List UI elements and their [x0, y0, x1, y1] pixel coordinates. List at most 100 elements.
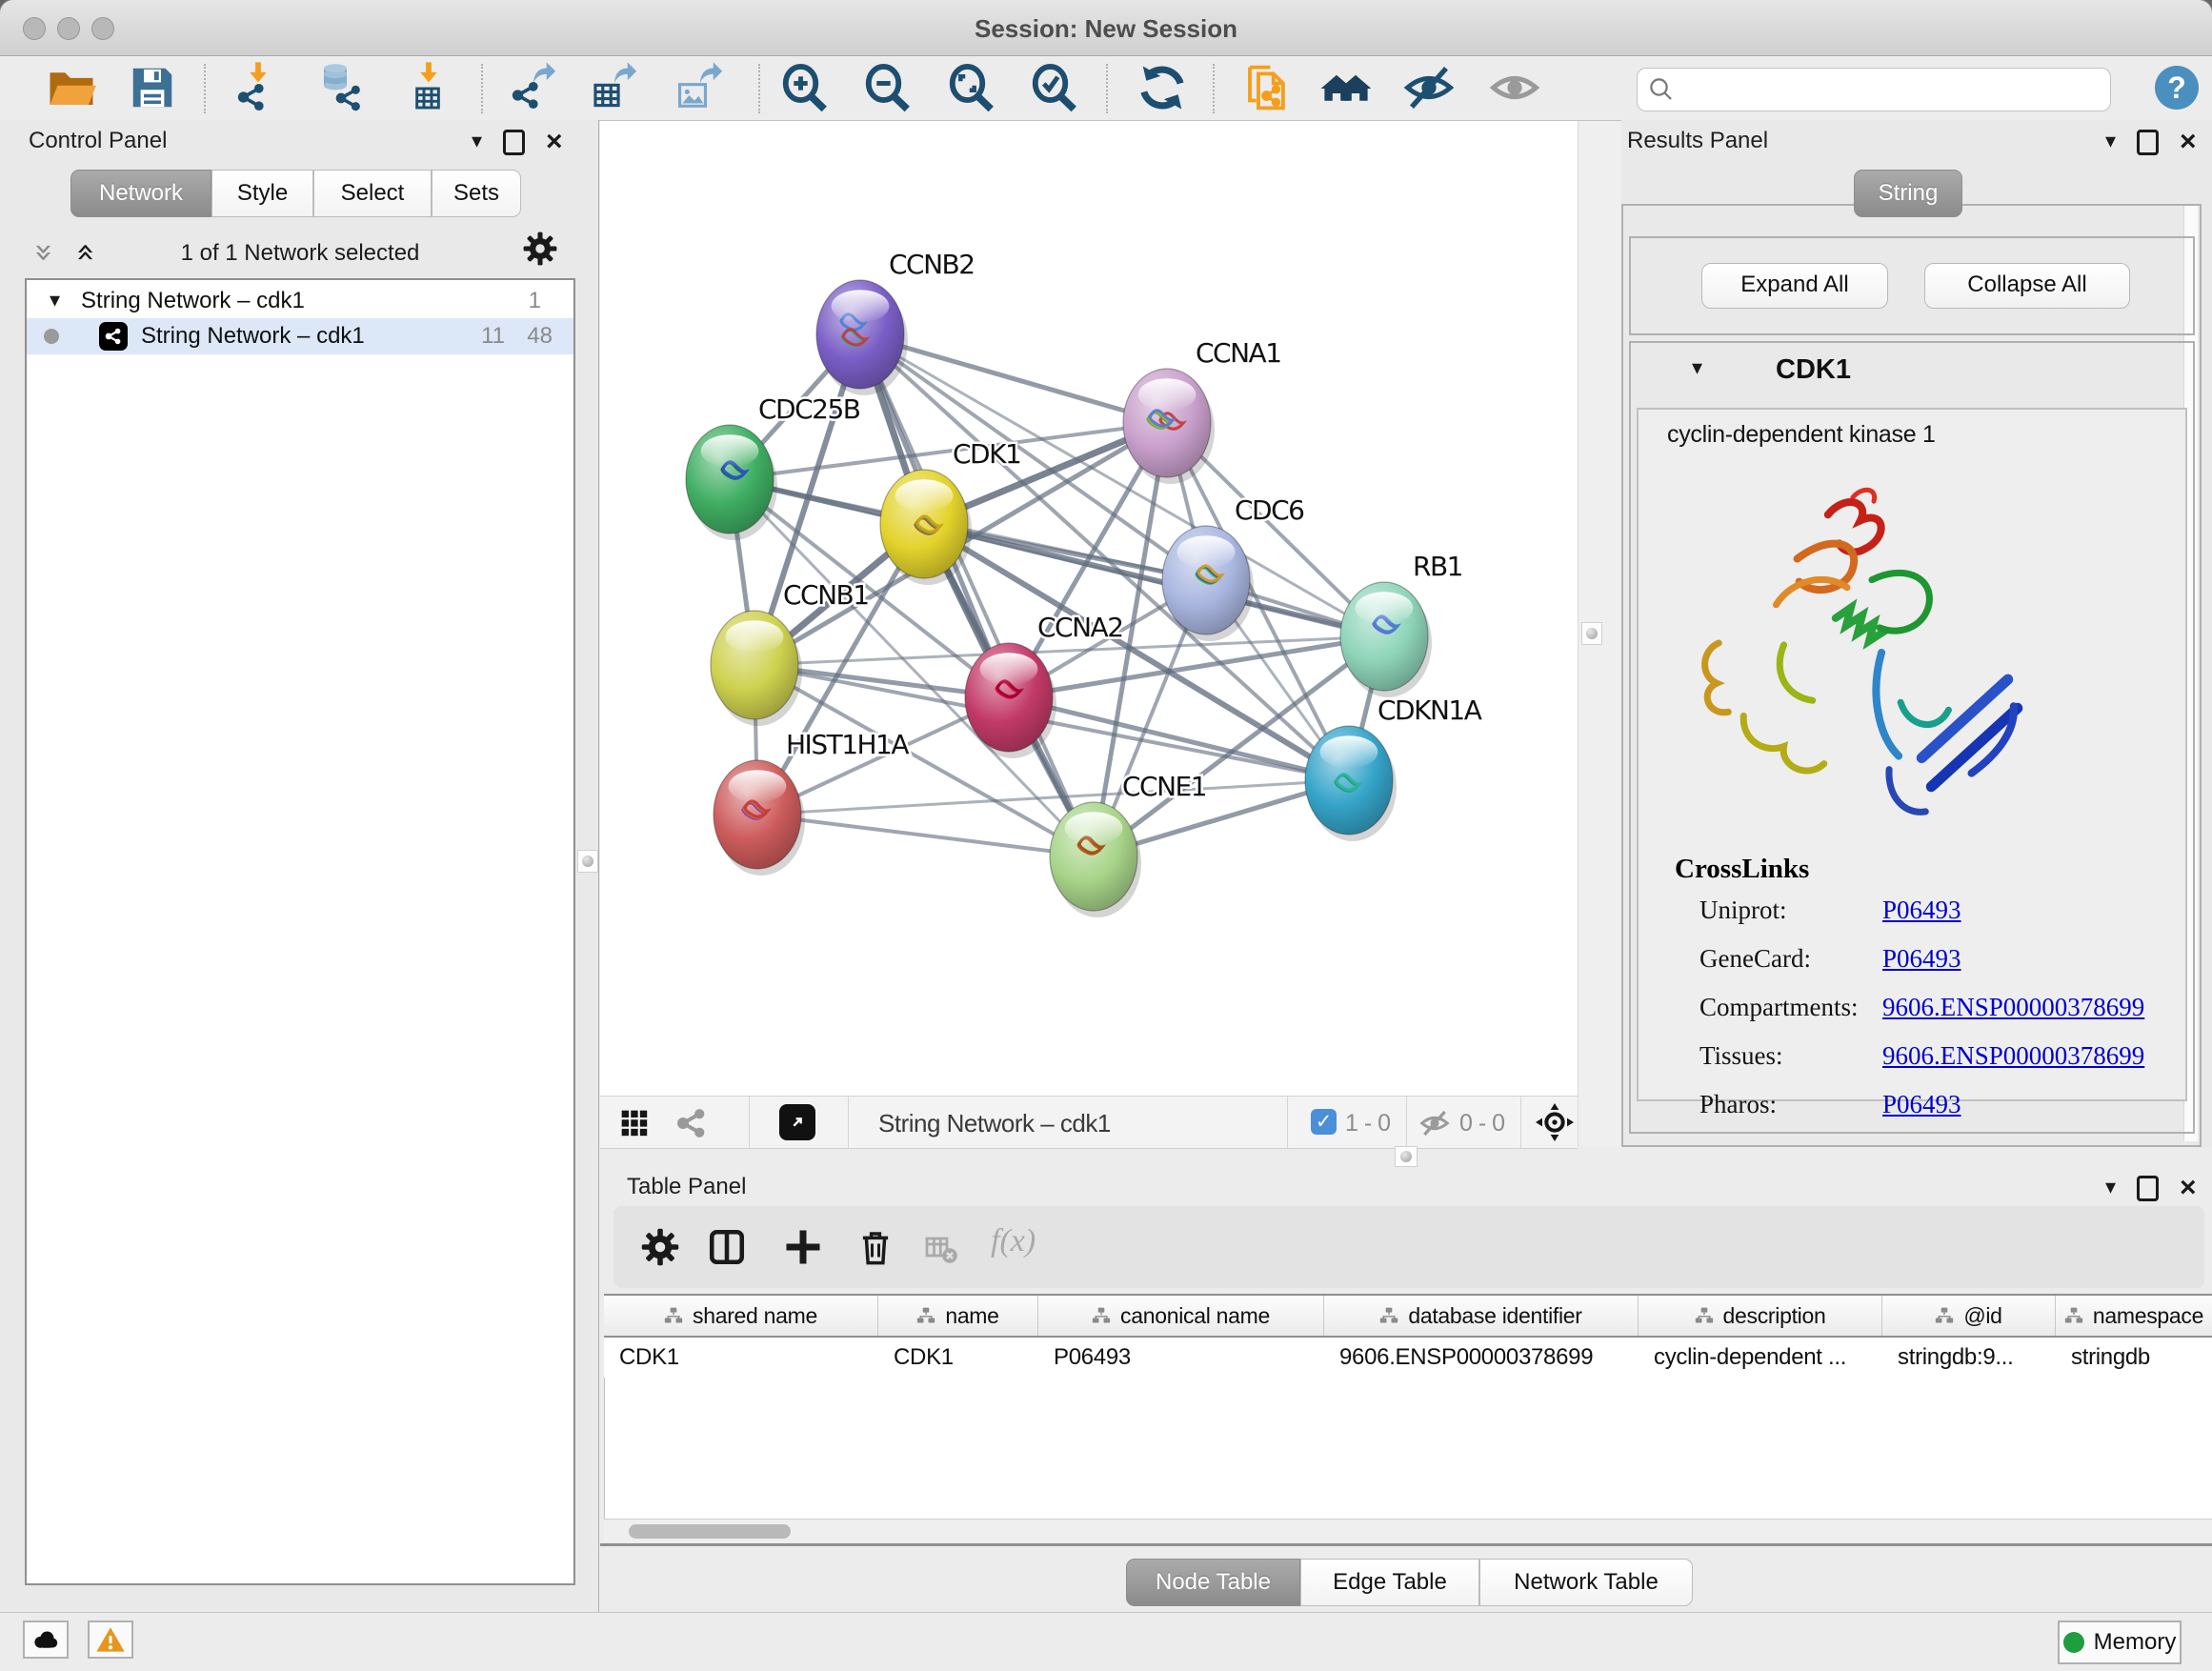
horizontal-splitter-handle[interactable]: [1395, 1146, 1418, 1167]
table-options-gear-icon[interactable]: [640, 1227, 680, 1267]
cell-database-identifier[interactable]: 9606.ENSP00000378699: [1324, 1338, 1639, 1378]
network-edge[interactable]: [924, 524, 1384, 636]
birdseye-crosshair-icon[interactable]: [1536, 1103, 1574, 1141]
cell-canonical-name[interactable]: P06493: [1038, 1338, 1324, 1378]
hidden-count: 0 - 0: [1459, 1110, 1505, 1137]
warnings-button[interactable]: [88, 1621, 133, 1659]
network-node-cdc6[interactable]: CDC6: [1162, 494, 1304, 641]
column-header[interactable]: name: [878, 1296, 1038, 1336]
right-splitter-handle[interactable]: [1581, 622, 1602, 645]
network-edge[interactable]: [860, 334, 1094, 856]
import-table-icon[interactable]: [403, 62, 454, 113]
eye-icon[interactable]: [1489, 62, 1540, 113]
create-column-icon[interactable]: [783, 1227, 823, 1267]
open-session-icon[interactable]: [46, 62, 97, 113]
column-header[interactable]: @id: [1882, 1296, 2056, 1336]
automation-cloud-button[interactable]: [23, 1621, 69, 1659]
panel-float-icon[interactable]: [503, 130, 525, 155]
collapse-all-button[interactable]: Collapse All: [1924, 263, 2130, 309]
column-header[interactable]: database identifier: [1324, 1296, 1639, 1336]
tab-string[interactable]: String: [1854, 170, 1962, 217]
tab-network-table[interactable]: Network Table: [1479, 1559, 1693, 1606]
show-columns-icon[interactable]: [707, 1227, 747, 1267]
refresh-icon[interactable]: [1136, 62, 1188, 113]
panel-collapse-icon[interactable]: ▾: [2105, 1178, 2116, 1198]
scrollbar-thumb[interactable]: [629, 1524, 791, 1539]
cell-shared-name[interactable]: CDK1: [604, 1338, 878, 1378]
panel-collapse-icon[interactable]: ▾: [2105, 131, 2116, 152]
network-node-ccnb1[interactable]: CCNB1: [711, 579, 869, 726]
left-splitter-handle[interactable]: [577, 850, 598, 873]
cell-description[interactable]: cyclin-dependent ...: [1639, 1338, 1882, 1378]
crosslink-link[interactable]: P06493: [1882, 944, 1961, 974]
expand-all-button[interactable]: Expand All: [1701, 263, 1888, 309]
table-row[interactable]: CDK1 CDK1 P06493 9606.ENSP00000378699 cy…: [604, 1338, 2212, 1378]
panel-close-icon[interactable]: ×: [2180, 128, 2197, 156]
detach-view-icon[interactable]: [779, 1104, 815, 1140]
eye-slash-icon[interactable]: [1403, 62, 1455, 113]
string-document-icon[interactable]: [1241, 62, 1293, 113]
zoom-fit-icon[interactable]: [946, 62, 997, 113]
crosslink-link[interactable]: 9606.ENSP00000378699: [1882, 1041, 2144, 1071]
zoom-out-icon[interactable]: [862, 62, 914, 113]
cell-name[interactable]: CDK1: [878, 1338, 1038, 1378]
crosslink-link[interactable]: 9606.ENSP00000378699: [1882, 993, 2144, 1022]
selected-nodes-checkbox[interactable]: ✓: [1311, 1109, 1337, 1135]
zoom-in-icon[interactable]: [779, 62, 831, 113]
network-node-label: CDK1: [953, 438, 1020, 470]
crosslink-link[interactable]: P06493: [1882, 1090, 1961, 1119]
panel-close-icon[interactable]: ×: [546, 128, 563, 156]
import-network-database-icon[interactable]: [312, 62, 364, 113]
network-node-label: CCNE1: [1122, 771, 1206, 802]
export-image-icon[interactable]: [674, 62, 726, 113]
network-options-gear-icon[interactable]: [522, 231, 558, 267]
panel-close-icon[interactable]: ×: [2180, 1174, 2197, 1202]
hidden-eye-slash-icon[interactable]: [1419, 1108, 1450, 1138]
crosslink-link[interactable]: P06493: [1882, 896, 1961, 925]
tab-sets[interactable]: Sets: [432, 170, 521, 217]
cell-namespace[interactable]: stringdb: [2056, 1338, 2212, 1378]
network-node-ccna1[interactable]: CCNA1: [1123, 337, 1281, 484]
network-node-ccne1[interactable]: CCNE1: [1050, 771, 1206, 917]
panel-float-icon[interactable]: [2137, 130, 2159, 155]
delete-column-icon[interactable]: [855, 1227, 895, 1267]
network-node-rb1[interactable]: RB1: [1340, 551, 1462, 697]
column-header[interactable]: shared name: [604, 1296, 878, 1336]
network-canvas[interactable]: CCNB2CCNA1CDC25BCDK1CDC6RB1CCNB1CCNA2CDK…: [600, 121, 1578, 1096]
search-input[interactable]: [1637, 68, 2111, 111]
network-node-ccnb2[interactable]: CCNB2: [816, 249, 975, 395]
column-header[interactable]: description: [1639, 1296, 1882, 1336]
collection-expand-icon[interactable]: ▾: [50, 291, 60, 312]
network-node-label: CCNB1: [783, 579, 869, 611]
network-node-hist1h1a[interactable]: HIST1H1A: [714, 729, 909, 876]
table-horizontal-scrollbar[interactable]: [604, 1519, 2212, 1544]
save-session-icon[interactable]: [127, 62, 178, 113]
tab-style[interactable]: Style: [211, 170, 313, 217]
tab-node-table[interactable]: Node Table: [1126, 1559, 1300, 1606]
tab-select[interactable]: Select: [313, 170, 432, 217]
import-network-file-icon[interactable]: [231, 62, 283, 113]
panel-float-icon[interactable]: [2137, 1176, 2159, 1201]
grid-view-icon[interactable]: [619, 1108, 650, 1138]
network-row-selected[interactable]: String Network – cdk1 11 48: [27, 318, 573, 354]
houses-icon[interactable]: [1319, 62, 1371, 113]
zoom-selected-icon[interactable]: [1029, 62, 1080, 113]
network-node-label: CCNA1: [1196, 337, 1281, 369]
network-edge[interactable]: [757, 815, 1094, 856]
protein-collapse-icon[interactable]: ▾: [1692, 358, 1702, 379]
export-network-icon[interactable]: [508, 62, 559, 113]
tab-edge-table[interactable]: Edge Table: [1300, 1559, 1479, 1606]
control-panel-title: Control Panel: [29, 128, 167, 154]
column-header[interactable]: canonical name: [1038, 1296, 1324, 1336]
network-collection-row[interactable]: ▾ String Network – cdk1 1: [27, 284, 573, 318]
export-table-icon[interactable]: [589, 62, 640, 113]
share-view-icon[interactable]: [674, 1106, 709, 1140]
tab-network[interactable]: Network: [70, 170, 211, 217]
network-node-cdkn1a[interactable]: CDKN1A: [1305, 695, 1482, 841]
panel-collapse-icon[interactable]: ▾: [472, 131, 482, 152]
column-header[interactable]: namespace: [2056, 1296, 2212, 1336]
help-icon[interactable]: ?: [2155, 66, 2199, 110]
network-node-count: 11: [481, 323, 505, 350]
cell-id[interactable]: stringdb:9...: [1882, 1338, 2056, 1378]
memory-button[interactable]: Memory: [2058, 1621, 2182, 1664]
